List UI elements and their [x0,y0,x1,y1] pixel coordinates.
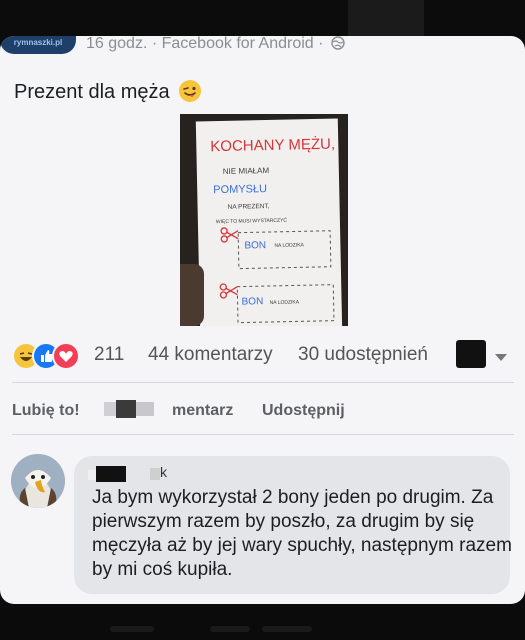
shares-count[interactable]: 30 udostępnień [298,344,428,366]
note-line-2: NIE MIAŁAM [223,166,270,176]
redacted-comment-button-part [104,400,154,418]
love-reaction-icon [52,342,80,370]
like-button[interactable]: Lubię to! [12,402,80,420]
comment-button[interactable]: mentarz [172,402,233,420]
divider-top [12,382,514,383]
page-avatar[interactable]: rymnaszki.pl [0,36,76,54]
globe-icon [331,36,345,54]
post-card: rymnaszki.pl 16 godz. · Facebook for And… [0,36,525,604]
comments-count[interactable]: 44 komentarzy [148,344,273,366]
commenter-avatar[interactable] [11,454,65,508]
post-photo[interactable]: KOCHANY MĘŻU, NIE MIAŁAM POMYSŁU NA PREZ… [180,114,348,326]
post-caption: Prezent dla męża [14,81,170,103]
note-line-5: WIĘC TO MUSI WYSTARCZYĆ [216,217,288,225]
coupon-2-big: BON [241,296,263,307]
hand-shadow [180,264,204,326]
share-button[interactable]: Udostępnij [262,402,345,420]
coupon-1-big: BON [244,240,266,251]
comment-author-redacted[interactable]: k [88,464,168,482]
ghost-reply [210,626,250,632]
comment-author-visible: k [160,464,167,480]
handwritten-note: KOCHANY MĘŻU, NIE MIAŁAM POMYSŁU NA PREZ… [195,118,343,326]
scissors-icon-2 [219,283,238,299]
eagle-avatar-icon [11,454,65,508]
viewer-avatar[interactable] [456,340,486,368]
ghost-like [110,626,154,632]
post-text: Prezent dla męża [14,80,202,104]
reactions-row: 211 44 komentarzy 30 udostępnień [12,340,512,370]
comment-text: Ja bym wykorzystał 2 bony jeden po drugi… [92,487,512,580]
top-dark-strip [348,0,424,36]
faded-next-row [0,608,525,640]
note-line-3: POMYSŁU [213,183,267,196]
divider-bottom [12,434,514,435]
post-timestamp-source[interactable]: 16 godz. · Facebook for Android · [86,36,323,52]
scissors-icon-1 [220,227,239,243]
chevron-down-icon[interactable] [494,350,508,368]
winking-tongue-emoji-icon [179,80,202,102]
page-avatar-text: rymnaszki.pl [13,38,63,47]
note-line-4: NA PREZENT, [228,203,270,211]
post-meta: 16 godz. · Facebook for Android · [86,36,345,52]
ghost-more [262,626,312,632]
reactions-count[interactable]: 211 [94,344,124,366]
coupon-2-small: NA LODZIKA [270,299,300,306]
comment-bubble: k Ja bym wykorzystał 2 bony jeden po dru… [74,456,512,594]
coupon-1-small: NA LODZIKA [274,242,304,249]
note-heading: KOCHANY MĘŻU, [210,135,335,156]
